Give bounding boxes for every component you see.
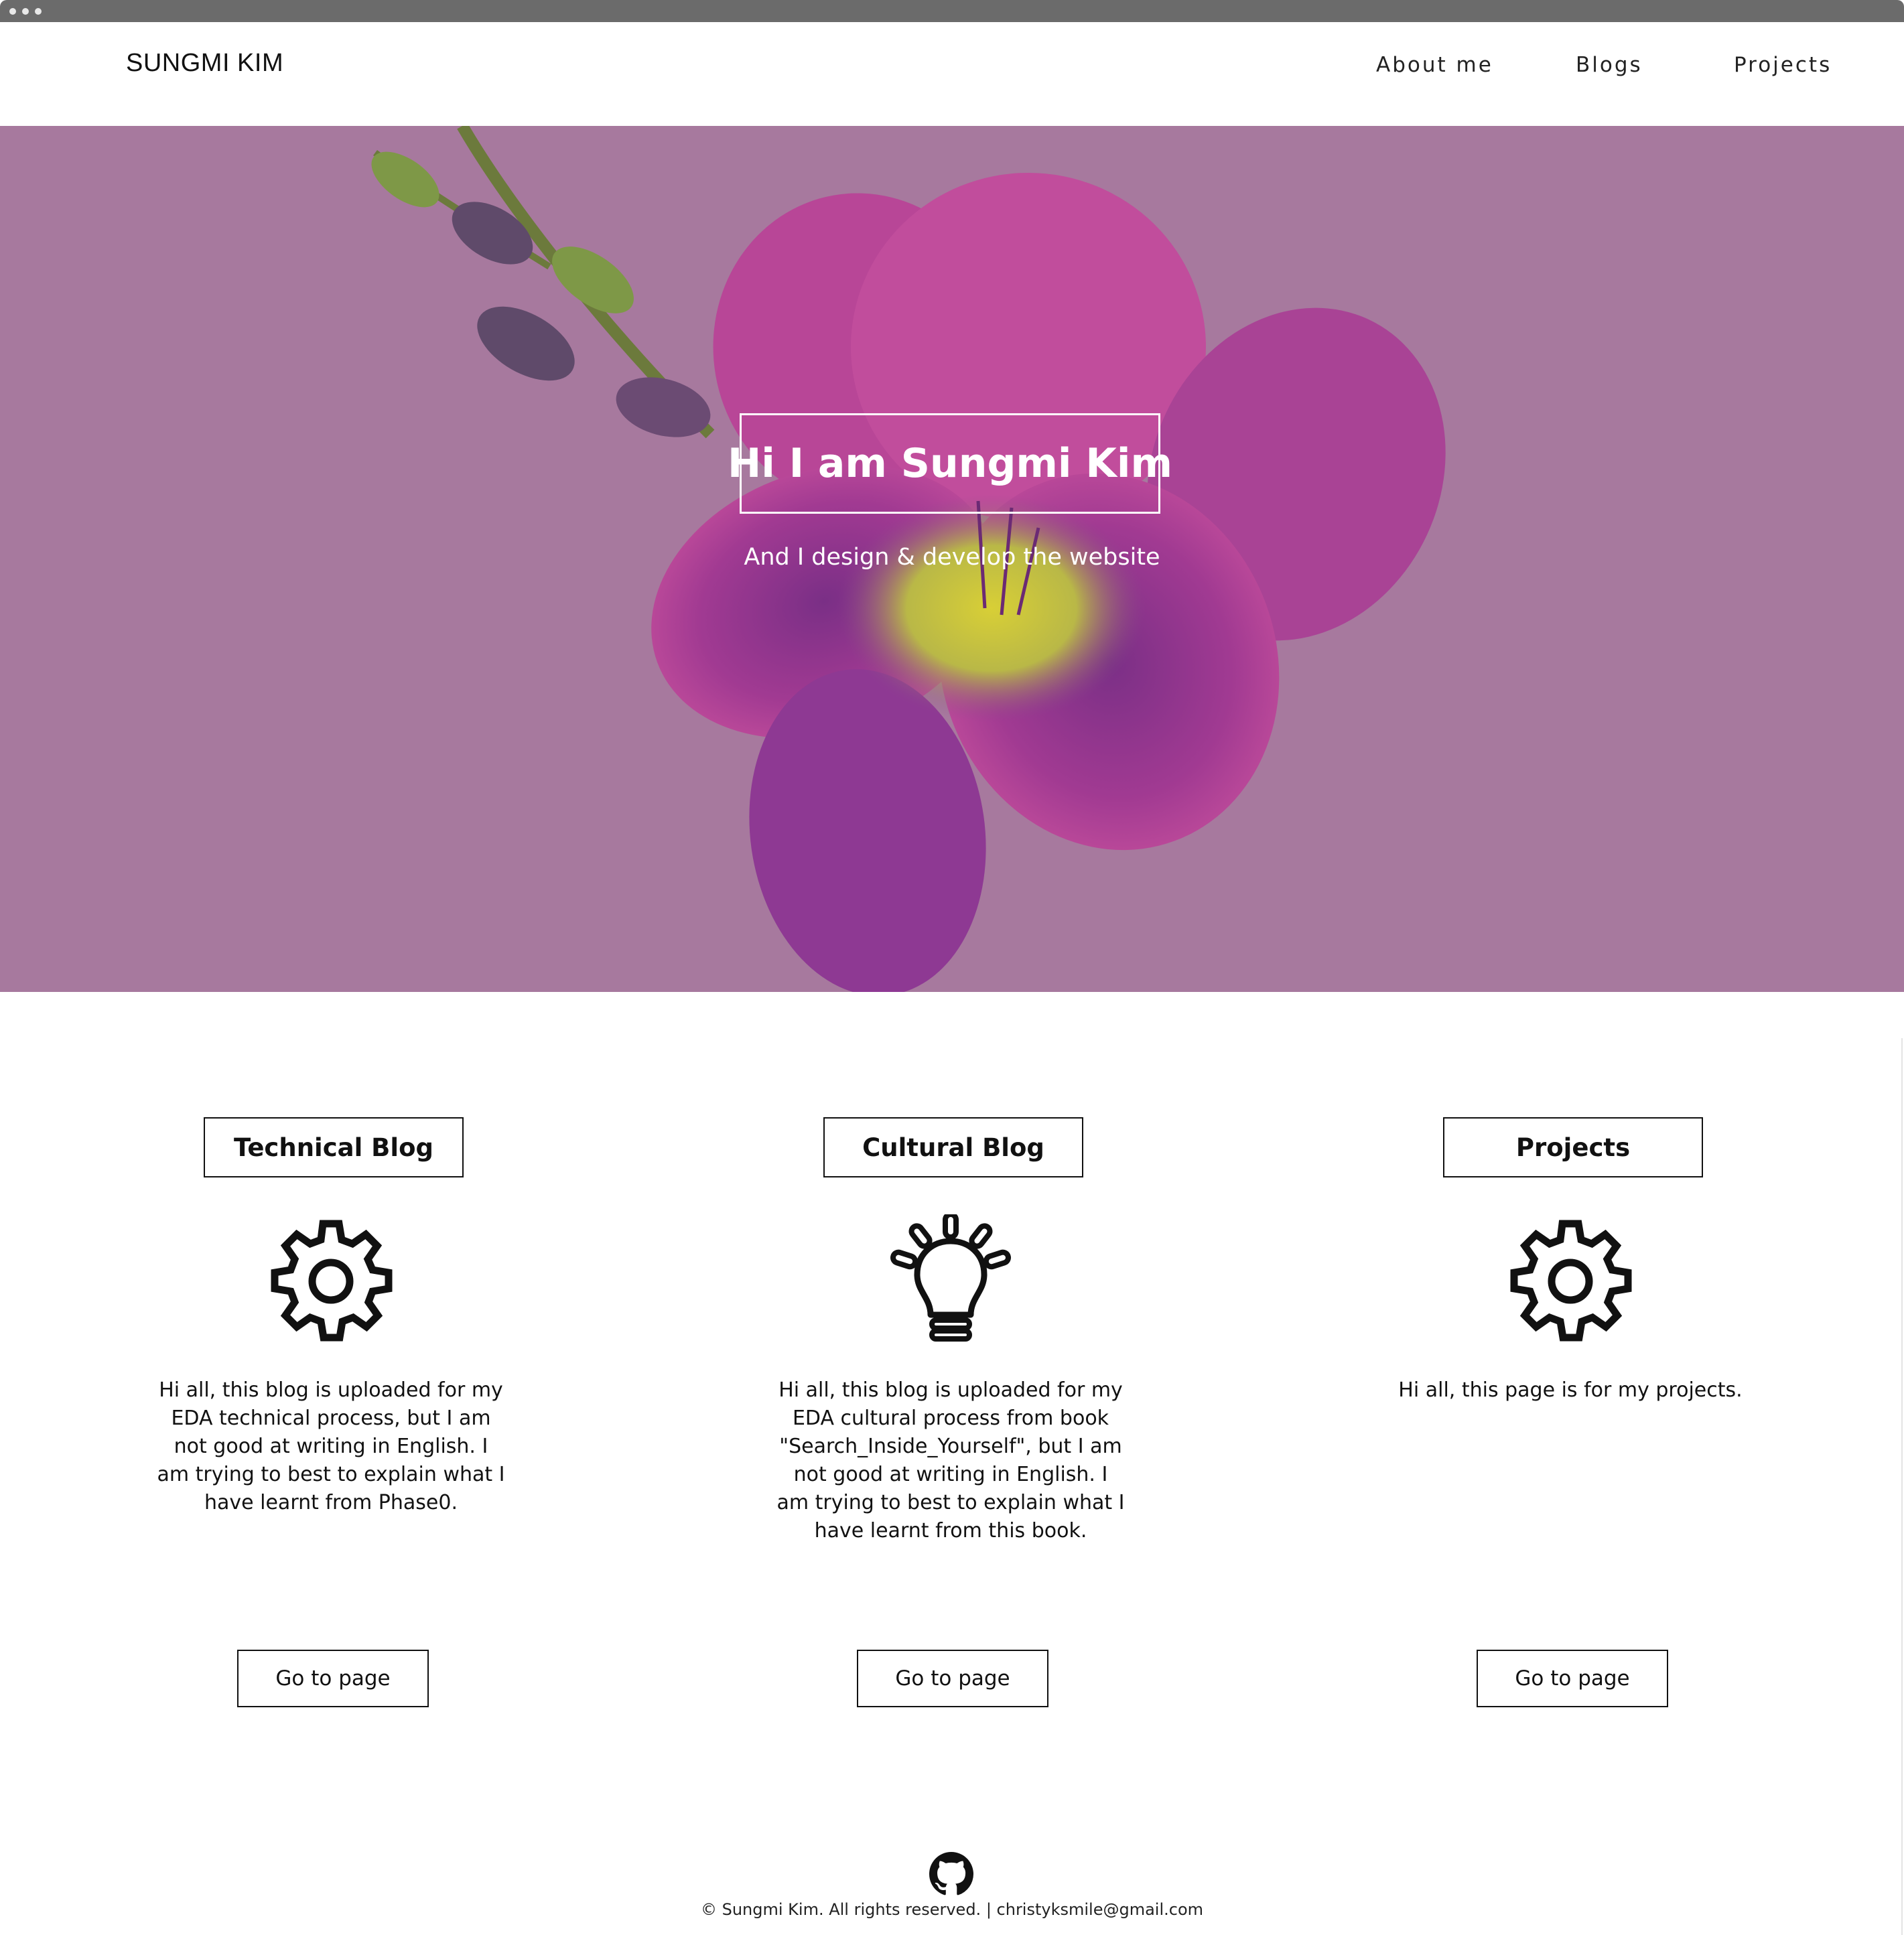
hero-title-box: Hi I am Sungmi Kim <box>728 413 1172 514</box>
card-text-projects: Hi all, this page is for my projects. <box>1398 1378 1743 1402</box>
site-brand[interactable]: SUNGMI KIM <box>126 49 283 78</box>
go-to-page-button-projects[interactable]: Go to page <box>1477 1650 1668 1707</box>
page-edge-divider <box>1901 1038 1903 1935</box>
card-text-cultural-blog: Hi all, this blog is uploaded for my EDA… <box>776 1378 1125 1543</box>
hero-banner: Hi I am Sungmi Kim And I design & develo… <box>0 126 1904 992</box>
footer-copyright: © Sungmi Kim. All rights reserved. | chr… <box>700 1900 1204 1919</box>
github-icon[interactable] <box>929 1852 973 1896</box>
browser-title-bar <box>0 0 1904 22</box>
nav-link-about-me[interactable]: About me <box>1376 53 1493 77</box>
go-to-page-button-technical-blog[interactable]: Go to page <box>237 1650 429 1707</box>
nav-link-projects[interactable]: Projects <box>1734 53 1832 77</box>
site-header: SUNGMI KIM About me Blogs Projects <box>0 22 1904 126</box>
card-heading-cultural-blog[interactable]: Cultural Blog <box>823 1117 1083 1177</box>
hero-title: Hi I am Sungmi Kim <box>728 440 1172 487</box>
window-dot-close[interactable] <box>9 8 16 15</box>
window-dot-maximize[interactable] <box>35 8 42 15</box>
window-dot-minimize[interactable] <box>22 8 29 15</box>
card-heading-technical-blog[interactable]: Technical Blog <box>204 1117 464 1177</box>
go-to-page-button-cultural-blog[interactable]: Go to page <box>857 1650 1048 1707</box>
gear-icon <box>1510 1220 1632 1342</box>
lightbulb-icon <box>890 1214 1011 1342</box>
hero-subtitle: And I design & develop the website <box>744 544 1160 571</box>
nav-link-blogs[interactable]: Blogs <box>1576 53 1643 77</box>
card-heading-projects[interactable]: Projects <box>1443 1117 1703 1177</box>
card-text-technical-blog: Hi all, this blog is uploaded for my EDA… <box>157 1378 505 1514</box>
gear-icon <box>271 1220 393 1342</box>
